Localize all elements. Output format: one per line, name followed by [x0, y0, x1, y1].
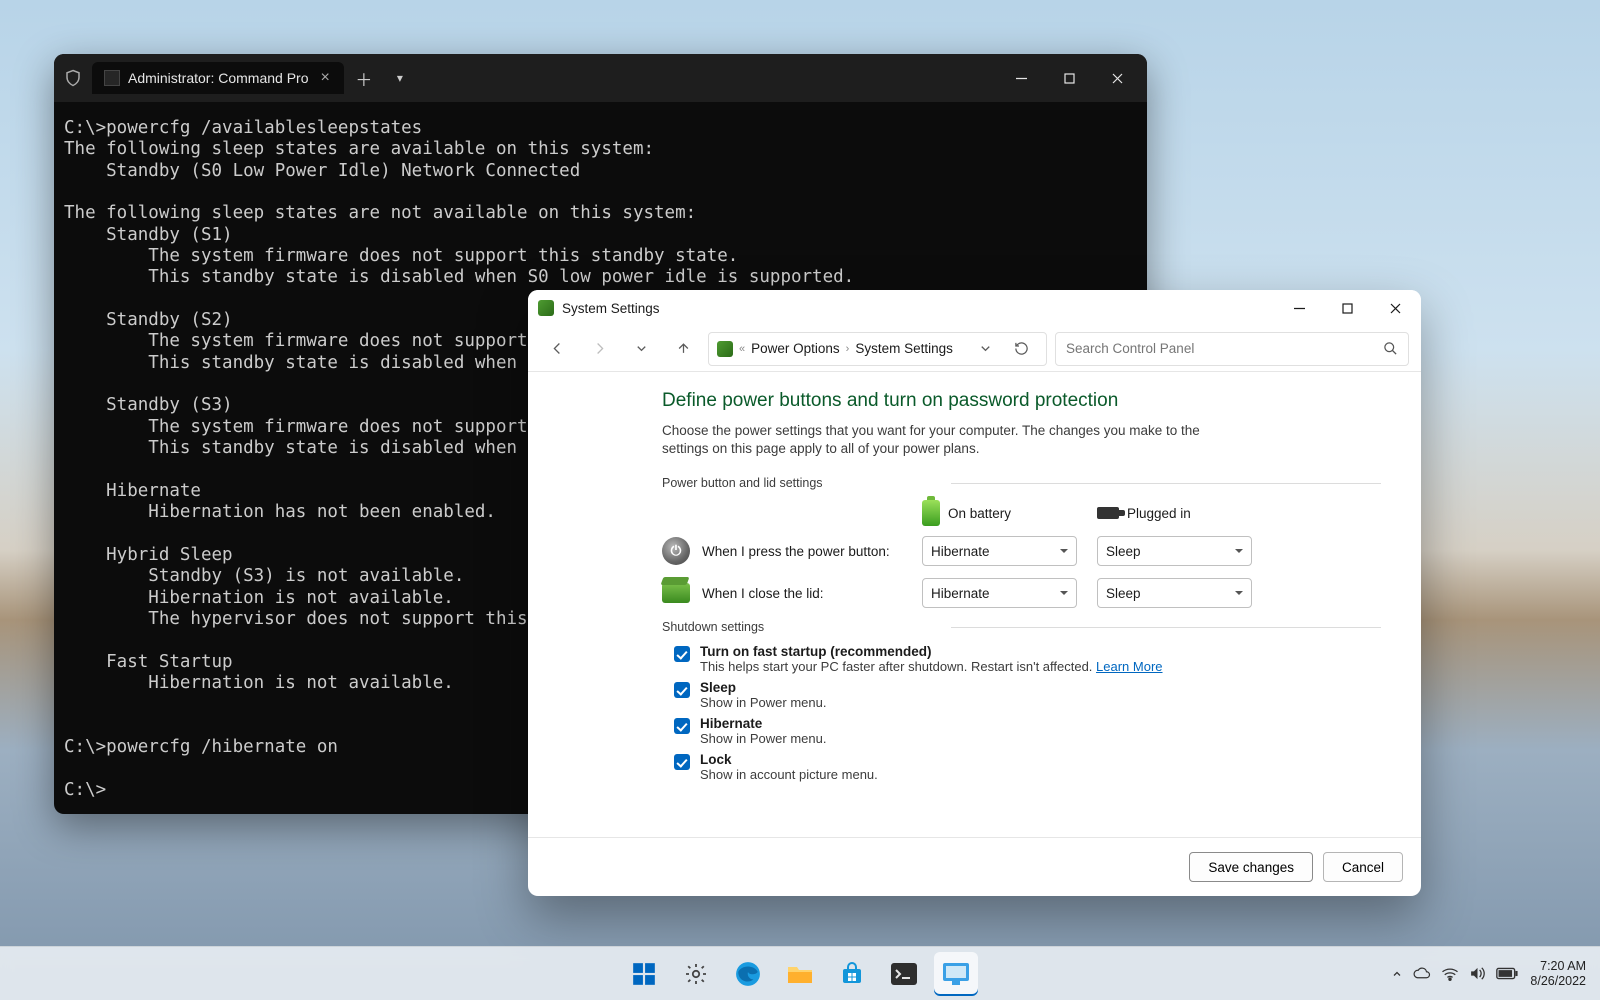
- page-subtext: Choose the power settings that you want …: [662, 422, 1242, 458]
- column-plugged-in: Plugged in: [1097, 506, 1272, 521]
- plug-icon: [1097, 507, 1119, 519]
- label-fast-startup: Turn on fast startup (recommended): [700, 644, 1163, 659]
- battery-icon: [922, 500, 940, 526]
- nav-recent-button[interactable]: [624, 332, 658, 366]
- lid-icon: [662, 583, 690, 603]
- tray-onedrive-icon[interactable]: [1413, 967, 1431, 981]
- checkbox-sleep[interactable]: [674, 682, 690, 698]
- taskbar-terminal-icon[interactable]: [882, 952, 926, 996]
- desc-fast-startup: This helps start your PC faster after sh…: [700, 659, 1096, 674]
- save-changes-button[interactable]: Save changes: [1189, 852, 1313, 882]
- breadcrumb-item[interactable]: Power Options: [751, 341, 840, 356]
- nav-back-button[interactable]: [540, 332, 574, 366]
- minimize-button[interactable]: [997, 60, 1045, 96]
- desc-sleep: Show in Power menu.: [700, 695, 826, 710]
- cancel-button[interactable]: Cancel: [1323, 852, 1403, 882]
- chevron-right-icon: ›: [846, 343, 850, 355]
- settings-titlebar[interactable]: System Settings: [528, 290, 1421, 326]
- system-tray[interactable]: [1391, 966, 1518, 981]
- breadcrumb-item[interactable]: System Settings: [855, 341, 953, 356]
- label-hibernate: Hibernate: [700, 716, 826, 731]
- section-shutdown: Shutdown settings: [662, 620, 1381, 634]
- power-options-icon: [717, 341, 733, 357]
- column-on-battery: On battery: [922, 500, 1097, 526]
- taskbar[interactable]: 7:20 AM 8/26/2022: [0, 946, 1600, 1000]
- select-lid-plugged[interactable]: Sleep: [1097, 578, 1252, 608]
- taskbar-clock[interactable]: 7:20 AM 8/26/2022: [1530, 959, 1586, 989]
- desc-lock: Show in account picture menu.: [700, 767, 878, 782]
- label-sleep: Sleep: [700, 680, 826, 695]
- close-button[interactable]: [1371, 292, 1419, 324]
- taskbar-store-icon[interactable]: [830, 952, 874, 996]
- taskbar-settings-icon[interactable]: [674, 952, 718, 996]
- breadcrumb-pre: «: [739, 343, 745, 355]
- checkbox-hibernate[interactable]: [674, 718, 690, 734]
- maximize-button[interactable]: [1323, 292, 1371, 324]
- settings-content: Define power buttons and turn on passwor…: [528, 372, 1421, 837]
- nav-forward-button[interactable]: [582, 332, 616, 366]
- label-power-button: When I press the power button:: [702, 544, 890, 559]
- nav-up-button[interactable]: [666, 332, 700, 366]
- checkbox-lock[interactable]: [674, 754, 690, 770]
- search-box[interactable]: [1055, 332, 1409, 366]
- link-learn-more[interactable]: Learn More: [1096, 659, 1162, 674]
- taskbar-control-panel-icon[interactable]: [934, 952, 978, 996]
- tab-dropdown-button[interactable]: ▾: [384, 62, 416, 94]
- navigation-bar: « Power Options › System Settings: [528, 326, 1421, 372]
- checkbox-fast-startup[interactable]: [674, 646, 690, 662]
- terminal-titlebar[interactable]: Administrator: Command Pro × ＋ ▾: [54, 54, 1147, 102]
- select-lid-battery[interactable]: Hibernate: [922, 578, 1077, 608]
- tray-wifi-icon[interactable]: [1441, 967, 1459, 981]
- taskbar-explorer-icon[interactable]: [778, 952, 822, 996]
- power-button-icon: ⏻: [662, 537, 690, 565]
- start-button[interactable]: [622, 952, 666, 996]
- refresh-button[interactable]: [1004, 332, 1038, 366]
- label-close-lid: When I close the lid:: [702, 586, 824, 601]
- power-options-icon: [538, 300, 554, 316]
- settings-footer: Save changes Cancel: [528, 837, 1421, 896]
- search-icon: [1383, 341, 1398, 356]
- clock-date: 8/26/2022: [1530, 974, 1586, 989]
- maximize-button[interactable]: [1045, 60, 1093, 96]
- breadcrumb-dropdown-button[interactable]: [968, 332, 1002, 366]
- page-heading: Define power buttons and turn on passwor…: [662, 390, 1381, 412]
- cmd-icon: [104, 70, 120, 86]
- terminal-tab-title: Administrator: Command Pro: [128, 70, 309, 86]
- window-title: System Settings: [562, 301, 660, 316]
- breadcrumb[interactable]: « Power Options › System Settings: [708, 332, 1047, 366]
- uac-shield-icon: [64, 69, 82, 87]
- tray-volume-icon[interactable]: [1469, 966, 1486, 981]
- search-input[interactable]: [1066, 341, 1375, 356]
- close-button[interactable]: [1093, 60, 1141, 96]
- desc-hibernate: Show in Power menu.: [700, 731, 826, 746]
- label-lock: Lock: [700, 752, 878, 767]
- select-power-button-battery[interactable]: Hibernate: [922, 536, 1077, 566]
- tab-close-button[interactable]: ×: [317, 69, 334, 87]
- terminal-tab[interactable]: Administrator: Command Pro ×: [92, 62, 344, 94]
- section-power-button: Power button and lid settings: [662, 476, 1381, 490]
- tray-battery-icon[interactable]: [1496, 967, 1518, 980]
- clock-time: 7:20 AM: [1530, 959, 1586, 974]
- taskbar-edge-icon[interactable]: [726, 952, 770, 996]
- tray-chevron-icon[interactable]: [1391, 968, 1403, 980]
- minimize-button[interactable]: [1275, 292, 1323, 324]
- select-power-button-plugged[interactable]: Sleep: [1097, 536, 1252, 566]
- settings-window: System Settings « Power Options › System…: [528, 290, 1421, 896]
- new-tab-button[interactable]: ＋: [348, 62, 380, 94]
